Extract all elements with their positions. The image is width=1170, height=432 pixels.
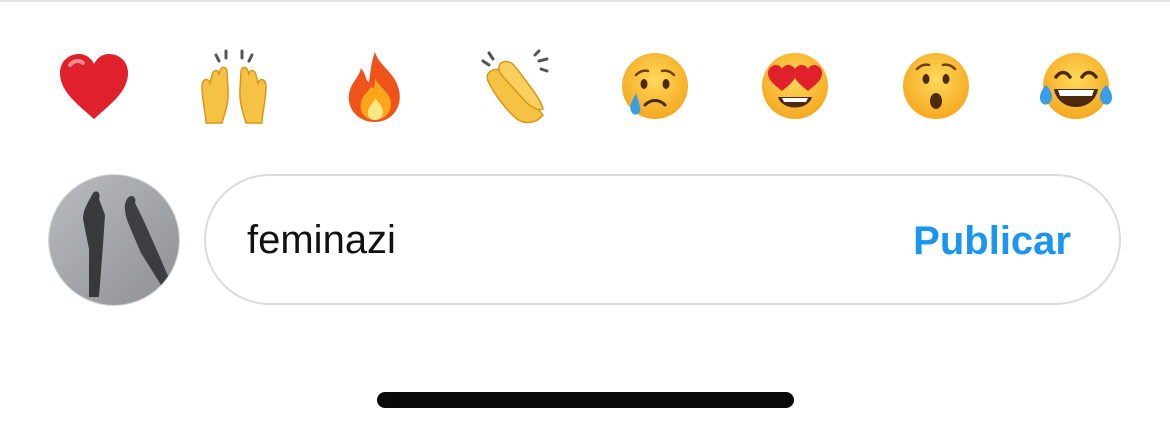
clapping-hands-icon (481, 49, 549, 124)
reaction-surprised-face-button[interactable] (866, 42, 1006, 132)
publish-button[interactable]: Publicar (913, 216, 1071, 266)
comment-box: Publicar (204, 174, 1121, 305)
reaction-crying-face-button[interactable] (585, 42, 725, 132)
top-divider (0, 0, 1170, 2)
reaction-fire-button[interactable] (305, 42, 445, 132)
reaction-tears-of-joy-button[interactable] (1006, 42, 1146, 132)
quick-reactions-bar (24, 42, 1146, 132)
reaction-heart-eyes-button[interactable] (725, 42, 865, 132)
surprised-face-icon (902, 53, 969, 119)
fire-icon (348, 52, 400, 122)
reaction-clapping-hands-button[interactable] (445, 42, 585, 132)
avatar-photo (49, 175, 179, 305)
reaction-raising-hands-button[interactable] (164, 42, 304, 132)
red-heart-icon (60, 54, 128, 119)
tears-of-joy-icon (1039, 53, 1113, 119)
crying-face-icon (622, 53, 689, 119)
reaction-heart-button[interactable] (24, 42, 164, 132)
heart-eyes-icon (762, 53, 829, 119)
home-indicator[interactable] (377, 392, 794, 408)
comment-input[interactable] (247, 212, 847, 268)
user-avatar[interactable] (48, 174, 180, 306)
comment-composer-screen: Publicar (0, 0, 1170, 432)
raising-hands-icon (201, 49, 268, 124)
